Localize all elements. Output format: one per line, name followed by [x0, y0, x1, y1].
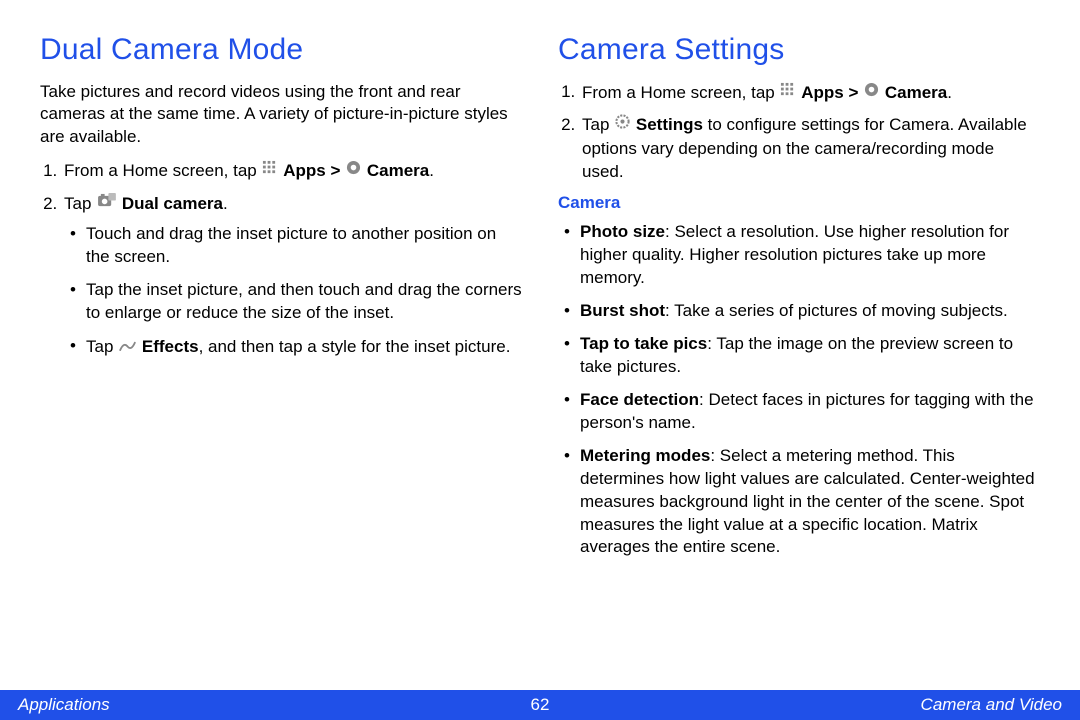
- camera-icon: [864, 81, 879, 104]
- list-item: Tap to take pics: Tap the image on the p…: [580, 333, 1040, 379]
- right-column: Camera Settings From a Home screen, tap …: [558, 30, 1040, 680]
- term: Burst shot: [580, 301, 665, 320]
- camera-options-list: Photo size: Select a resolution. Use hig…: [558, 221, 1040, 559]
- text: , and then tap a style for the inset pic…: [199, 337, 511, 356]
- separator: >: [330, 161, 340, 180]
- left-column: Dual Camera Mode Take pictures and recor…: [40, 30, 522, 680]
- text: Tap: [86, 337, 118, 356]
- dual-camera-intro: Take pictures and record videos using th…: [40, 81, 522, 150]
- dual-camera-icon: [97, 192, 116, 215]
- list-item: Face detection: Detect faces in pictures…: [580, 389, 1040, 435]
- footer-right: Camera and Video: [921, 694, 1062, 717]
- apps-label: Apps: [283, 161, 326, 180]
- page-footer: Applications 62 Camera and Video: [0, 690, 1080, 720]
- heading-dual-camera: Dual Camera Mode: [40, 30, 522, 71]
- step-2: Tap Dual camera. Touch and drag the inse…: [62, 192, 522, 360]
- page-number: 62: [531, 694, 550, 717]
- camera-icon: [346, 159, 361, 182]
- list-item: Tap the inset picture, and then touch an…: [86, 279, 522, 325]
- term: Tap to take pics: [580, 334, 707, 353]
- term: Face detection: [580, 390, 699, 409]
- text: From a Home screen, tap: [582, 82, 779, 101]
- term: Metering modes: [580, 446, 710, 465]
- term: Photo size: [580, 222, 665, 241]
- list-item: Metering modes: Select a metering method…: [580, 445, 1040, 560]
- camera-label: Camera: [885, 82, 947, 101]
- apps-icon: [262, 159, 277, 182]
- list-item: Touch and drag the inset picture to anot…: [86, 223, 522, 269]
- desc: : Take a series of pictures of moving su…: [665, 301, 1008, 320]
- settings-label: Settings: [636, 115, 703, 134]
- effects-icon: [119, 335, 136, 358]
- list-item: Burst shot: Take a series of pictures of…: [580, 300, 1040, 323]
- camera-subheading: Camera: [558, 192, 1040, 215]
- step-2: Tap Settings to configure settings for C…: [580, 113, 1040, 184]
- dual-camera-steps: From a Home screen, tap Apps > Camera. T…: [40, 159, 522, 360]
- apps-label: Apps: [801, 82, 844, 101]
- heading-camera-settings: Camera Settings: [558, 30, 1040, 71]
- text: .: [223, 194, 228, 213]
- dual-camera-label: Dual camera: [122, 194, 223, 213]
- gear-icon: [615, 113, 630, 136]
- text: .: [947, 82, 952, 101]
- text: From a Home screen, tap: [64, 161, 261, 180]
- page-body: Dual Camera Mode Take pictures and recor…: [0, 0, 1080, 680]
- text: Tap: [64, 194, 96, 213]
- effects-label: Effects: [142, 337, 199, 356]
- separator: >: [848, 82, 858, 101]
- camera-settings-steps: From a Home screen, tap Apps > Camera. T…: [558, 81, 1040, 185]
- camera-label: Camera: [367, 161, 429, 180]
- list-item: Tap Effects, and then tap a style for th…: [86, 335, 522, 360]
- footer-left: Applications: [18, 694, 110, 717]
- apps-icon: [780, 81, 795, 104]
- list-item: Photo size: Select a resolution. Use hig…: [580, 221, 1040, 290]
- step-1: From a Home screen, tap Apps > Camera.: [580, 81, 1040, 106]
- text: Tap: [582, 115, 614, 134]
- step-1: From a Home screen, tap Apps > Camera.: [62, 159, 522, 184]
- text: .: [429, 161, 434, 180]
- dual-camera-bullets: Touch and drag the inset picture to anot…: [64, 223, 522, 360]
